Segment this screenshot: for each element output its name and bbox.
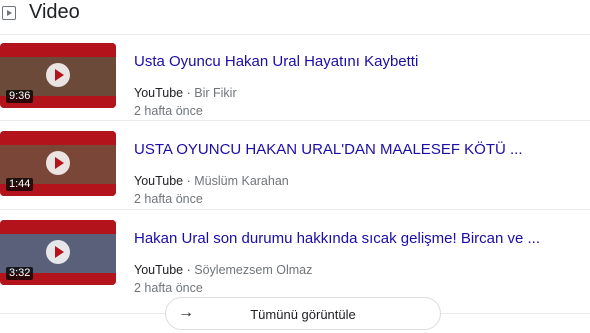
video-duration: 3:32 [6,267,34,280]
play-icon [46,63,70,87]
video-section-header: Video [0,0,590,34]
video-duration: 9:36 [6,90,34,103]
thumbnail-banner [0,220,116,234]
divider [0,120,590,121]
video-thumbnail[interactable]: 1:44 [0,131,116,196]
video-title-link[interactable]: Hakan Ural son durumu hakkında sıcak gel… [134,230,540,247]
video-source: YouTube [134,86,184,100]
section-title: Video [29,1,80,23]
video-source: YouTube [134,174,184,188]
video-title-link[interactable]: USTA OYUNCU HAKAN URAL'DAN MAALESEF KÖTÜ… [134,141,523,158]
video-thumbnail[interactable]: 3:32 [0,220,116,285]
video-source: YouTube [134,263,184,277]
video-result-1[interactable]: 9:36 Usta Oyuncu Hakan Ural Hayatını Kay… [0,43,590,131]
divider [0,209,590,210]
view-all-label: Tümünü görüntüle [250,307,356,322]
video-channel: Söylemezsem Olmaz [194,263,313,277]
video-thumbnail[interactable]: 9:36 [0,43,116,108]
video-meta: YouTube · Bir Fikir [134,86,237,100]
video-result-2[interactable]: 1:44 USTA OYUNCU HAKAN URAL'DAN MAALESEF… [0,131,590,219]
video-channel: Müslüm Karahan [194,174,289,188]
video-meta: YouTube · Söylemezsem Olmaz [134,263,312,277]
play-icon [46,240,70,264]
thumbnail-banner [0,131,116,145]
video-play-icon [2,6,16,20]
video-channel: Bir Fikir [194,86,237,100]
video-title-link[interactable]: Usta Oyuncu Hakan Ural Hayatını Kaybetti [134,53,418,70]
video-age: 2 hafta önce [134,192,203,206]
thumbnail-banner [0,43,116,57]
video-meta: YouTube · Müslüm Karahan [134,174,289,188]
view-all-button[interactable]: → Tümünü görüntüle [165,297,441,330]
video-age: 2 hafta önce [134,104,203,118]
play-icon [46,151,70,175]
video-age: 2 hafta önce [134,281,203,295]
video-result-3[interactable]: 3:32 Hakan Ural son durumu hakkında sıca… [0,220,590,308]
divider [0,34,590,35]
video-duration: 1:44 [6,178,34,191]
